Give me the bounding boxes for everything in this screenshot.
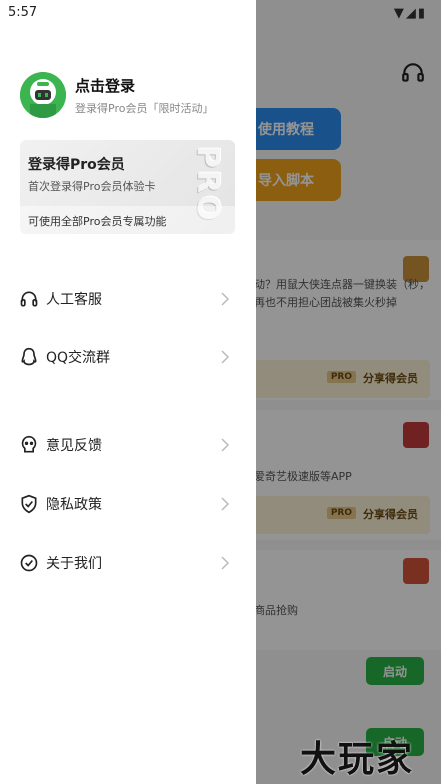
menu-item-label: QQ交流群 bbox=[46, 350, 111, 366]
chevron-right-icon bbox=[221, 292, 230, 306]
avatar[interactable] bbox=[20, 72, 66, 118]
menu-item-label: 关于我们 bbox=[46, 556, 102, 572]
chevron-right-icon bbox=[221, 350, 230, 364]
chevron-right-icon bbox=[221, 438, 230, 452]
menu-item-customer-service[interactable]: 人工客服 bbox=[0, 279, 256, 319]
headset-icon bbox=[20, 291, 38, 307]
status-time: 5:57 bbox=[8, 5, 38, 20]
pro-card-title: 登录得Pro会员 bbox=[28, 157, 125, 173]
chevron-right-icon bbox=[221, 497, 230, 511]
login-title[interactable]: 点击登录 bbox=[75, 75, 213, 96]
login-profile[interactable]: 点击登录 登录得Pro会员「限时活动」 bbox=[20, 72, 213, 118]
menu-item-label: 人工客服 bbox=[46, 292, 102, 308]
robot-avatar-icon bbox=[20, 72, 66, 118]
login-subtitle: 登录得Pro会员「限时活动」 bbox=[75, 101, 214, 115]
pro-card-footer: 可使用全部Pro会员专属功能 bbox=[20, 206, 235, 234]
menu-item-privacy-policy[interactable]: 隐私政策 bbox=[0, 484, 256, 524]
shield-check-icon bbox=[21, 494, 37, 514]
about-badge-icon bbox=[20, 554, 38, 572]
pro-card-subtitle: 首次登录得Pro会员体验卡 bbox=[28, 180, 156, 193]
menu-item-label: 隐私政策 bbox=[46, 497, 102, 513]
pro-member-card[interactable]: 登录得Pro会员 首次登录得Pro会员体验卡 PRO 可使用全部Pro会员专属功… bbox=[20, 140, 235, 234]
menu-item-label: 意见反馈 bbox=[46, 438, 102, 454]
menu-item-qq-group[interactable]: QQ交流群 bbox=[0, 337, 256, 377]
qq-penguin-icon bbox=[21, 347, 37, 366]
navigation-drawer: 5:57 点击登录 登录得Pro会员「限时活动」 登录得Pro会员 首次登录得P… bbox=[0, 0, 256, 784]
watermark: 大玩家 bbox=[300, 739, 415, 780]
feedback-icon bbox=[21, 435, 37, 453]
chevron-right-icon bbox=[221, 556, 230, 570]
menu-item-feedback[interactable]: 意见反馈 bbox=[0, 425, 256, 465]
menu-item-about-us[interactable]: 关于我们 bbox=[0, 543, 256, 583]
